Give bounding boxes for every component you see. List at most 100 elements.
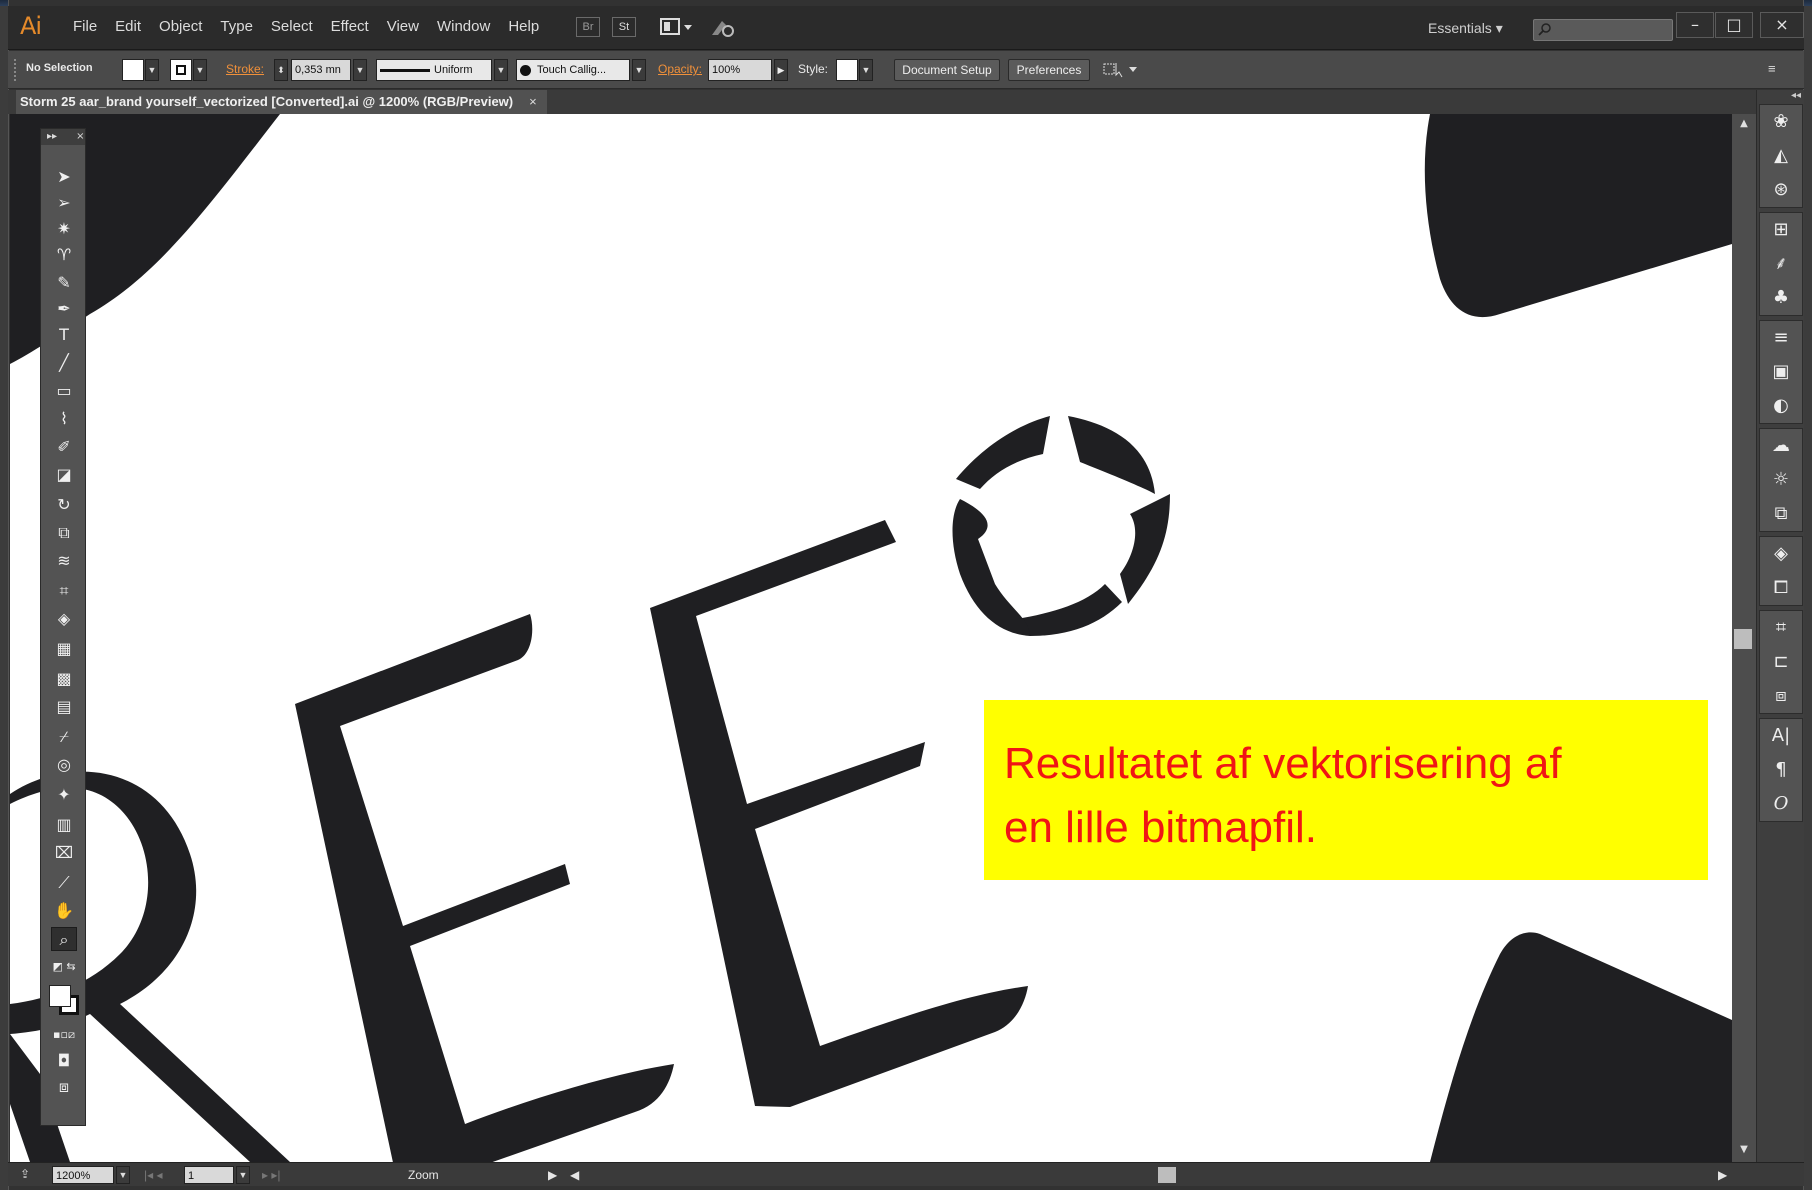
color-guide-icon[interactable]: ◭ [1760, 139, 1802, 173]
fill-stroke-indicator[interactable] [49, 985, 81, 1017]
paintbrush-icon[interactable]: ⌇ [51, 407, 77, 431]
stock-button[interactable]: St [612, 17, 636, 37]
width-icon[interactable]: ≋ [51, 549, 77, 573]
menu-object[interactable]: Object [150, 18, 211, 35]
scroll-left-icon[interactable]: ◀ [570, 1168, 579, 1182]
image-trace-icon[interactable]: ☼ [1760, 463, 1802, 497]
opacity-field[interactable]: 100% [708, 59, 772, 81]
fill-swatch[interactable] [122, 59, 144, 81]
character-icon[interactable]: A| [1760, 719, 1802, 753]
eraser-icon[interactable]: ◪ [51, 463, 77, 487]
vertical-scrollbar[interactable]: ▲ ▼ [1732, 114, 1756, 1162]
minimize-button[interactable]: – [1676, 12, 1714, 38]
first-artboard-icon[interactable]: |◂ ◂ [144, 1168, 163, 1182]
menu-window[interactable]: Window [428, 18, 499, 35]
pen-icon[interactable]: ✎ [51, 271, 77, 295]
close-window-button[interactable]: × [1760, 12, 1804, 38]
zoom-level-field[interactable]: 1200% [52, 1166, 114, 1184]
direct-selection-icon[interactable]: ➢ [51, 191, 77, 215]
stroke-swatch-dropdown[interactable]: ▼ [193, 59, 207, 81]
stroke-swatch[interactable] [170, 59, 192, 81]
libraries-icon[interactable]: ☁ [1760, 429, 1802, 463]
eyedropper-icon[interactable]: ⌿ [51, 725, 77, 749]
shape-builder-icon[interactable]: ◈ [51, 607, 77, 631]
artboard-dropdown[interactable]: ▼ [236, 1166, 250, 1184]
brushes-icon[interactable]: ⸙ [1760, 247, 1802, 281]
color-mode-icons[interactable]: ▪▫⧄ [51, 1023, 77, 1047]
selection-icon[interactable]: ➤ [51, 165, 77, 189]
align-icon[interactable]: ⊏ [1760, 645, 1802, 679]
stroke-label[interactable]: Stroke: [226, 62, 264, 76]
panel-menu-icon[interactable]: ≡ [1768, 61, 1790, 79]
stroke-icon[interactable]: ≡ [1760, 321, 1802, 355]
symbol-sprayer-icon[interactable]: ✦ [51, 783, 77, 807]
menu-file[interactable]: File [64, 18, 106, 35]
menu-view[interactable]: View [378, 18, 428, 35]
color-icon[interactable]: ❀ [1760, 105, 1802, 139]
gradient-panel-icon[interactable]: ▣ [1760, 355, 1802, 389]
column-graph-icon[interactable]: ▥ [51, 813, 77, 837]
layers-icon[interactable]: ◈ [1760, 537, 1802, 571]
free-transform-icon[interactable]: ⌗ [51, 579, 77, 603]
share-icon[interactable]: ⇪ [20, 1167, 38, 1183]
gpu-performance-icon[interactable] [710, 17, 736, 39]
stroke-stepper[interactable]: ⬍ [274, 59, 288, 81]
drawing-mode-icon[interactable]: ◘ [51, 1049, 77, 1073]
scroll-down-icon[interactable]: ▼ [1737, 1144, 1751, 1156]
profile-dropdown[interactable]: ▼ [494, 59, 508, 81]
perspective-grid-icon[interactable]: ▦ [51, 637, 77, 661]
arrange-documents-icon[interactable] [660, 17, 694, 37]
symbols-icon[interactable]: ♣ [1760, 281, 1802, 315]
swatches-icon[interactable]: ⊞ [1760, 213, 1802, 247]
default-colors-icon[interactable]: ◩ ⇆ [51, 955, 77, 979]
dock-collapse-icon[interactable]: ◂◂ [1791, 90, 1801, 101]
maximize-button[interactable]: □ [1715, 12, 1753, 38]
type-icon[interactable]: T [51, 323, 77, 347]
rotate-icon[interactable]: ↻ [51, 493, 77, 517]
fill-dropdown[interactable]: ▼ [145, 59, 159, 81]
asset-export-icon[interactable]: ⧉ [1760, 497, 1802, 531]
rectangle-icon[interactable]: ▭ [51, 379, 77, 403]
artboard-icon[interactable]: ⌧ [51, 841, 77, 865]
slice-icon[interactable]: ⟋ [51, 871, 77, 895]
menu-select[interactable]: Select [262, 18, 322, 35]
transform-icon[interactable]: ⌗ [1760, 611, 1802, 645]
gradient-icon[interactable]: ▤ [51, 695, 77, 719]
line-icon[interactable]: ╱ [51, 351, 77, 375]
horizontal-scroll-thumb[interactable] [1158, 1167, 1176, 1183]
paragraph-icon[interactable]: ¶ [1760, 753, 1802, 787]
opacity-label[interactable]: Opacity: [658, 62, 702, 76]
document-tab[interactable]: Storm 25 aar_brand yourself_vectorized [… [16, 90, 547, 114]
menu-type[interactable]: Type [211, 18, 262, 35]
last-artboard-icon[interactable]: ▸ ▸| [262, 1168, 281, 1182]
pathfinder-icon[interactable]: ⧈ [1760, 679, 1802, 713]
scroll-right-icon[interactable]: ▶ [1718, 1168, 1727, 1182]
opacity-arrow[interactable]: ▶ [774, 59, 788, 81]
graphic-style-swatch[interactable] [836, 59, 858, 81]
hand-icon[interactable]: ✋ [51, 899, 77, 923]
transparency-icon[interactable]: ◐ [1760, 389, 1802, 423]
zoom-dropdown[interactable]: ▼ [116, 1166, 130, 1184]
artboards-icon[interactable]: ⧠ [1760, 571, 1802, 605]
zoom-icon[interactable]: ⌕ [51, 927, 77, 951]
blend-icon[interactable]: ◎ [51, 753, 77, 777]
opentype-icon[interactable]: O [1760, 787, 1802, 821]
mesh-icon[interactable]: ▩ [51, 667, 77, 691]
blob-brush-icon[interactable]: ✐ [51, 435, 77, 459]
recolor-icon[interactable]: ⊛ [1760, 173, 1802, 207]
scale-icon[interactable]: ⧉ [51, 521, 77, 545]
brush-dropdown[interactable]: ▼ [632, 59, 646, 81]
bridge-button[interactable]: Br [576, 17, 600, 37]
stroke-weight-dropdown[interactable]: ▼ [353, 59, 367, 81]
menu-help[interactable]: Help [499, 18, 548, 35]
select-similar-icon[interactable] [1103, 61, 1139, 79]
tools-panel-header[interactable]: ▸▸ × [41, 129, 85, 145]
document-setup-button[interactable]: Document Setup [894, 59, 1000, 81]
menu-edit[interactable]: Edit [106, 18, 150, 35]
help-search-input[interactable] [1533, 19, 1673, 41]
screen-mode-icon[interactable]: ⧈ [51, 1075, 77, 1099]
close-tab-icon[interactable]: × [529, 94, 537, 109]
stroke-weight-field[interactable]: 0,353 mn [291, 59, 351, 81]
artboard-canvas[interactable]: Resultatet af vektorisering af en lille … [10, 114, 1732, 1162]
menu-effect[interactable]: Effect [322, 18, 378, 35]
